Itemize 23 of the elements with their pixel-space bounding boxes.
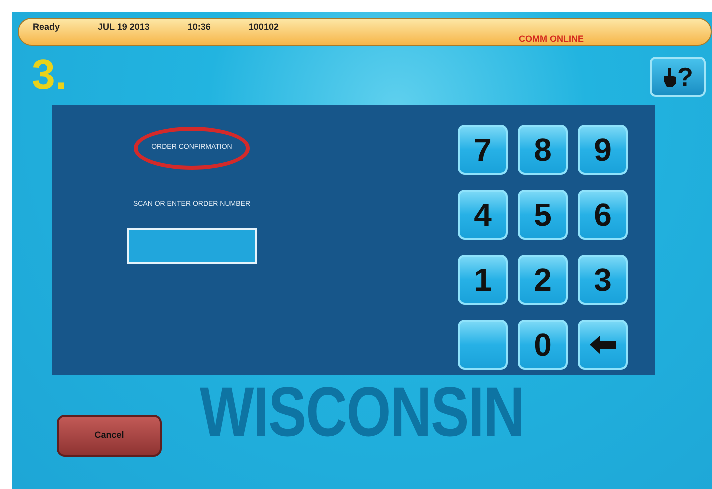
- digit-key[interactable]: 7: [458, 125, 508, 175]
- time-text: 10:36: [188, 22, 211, 32]
- connection-status: COMM ONLINE: [519, 33, 584, 46]
- digit-key[interactable]: 6: [578, 190, 628, 240]
- digit-key[interactable]: 4: [458, 190, 508, 240]
- order-number-field[interactable]: [127, 228, 257, 264]
- digit-key[interactable]: 5: [518, 190, 568, 240]
- left-arrow-icon: [590, 336, 616, 354]
- digit-key[interactable]: 3: [578, 255, 628, 305]
- backspace-key[interactable]: [578, 320, 628, 370]
- digit-key[interactable]: 1: [458, 255, 508, 305]
- digit-key[interactable]: 8: [518, 125, 568, 175]
- digit-key[interactable]: 2: [518, 255, 568, 305]
- digit-key[interactable]: 0: [518, 320, 568, 370]
- terminal-number: 100102: [248, 22, 279, 32]
- step-number: 3.: [32, 54, 68, 96]
- blank-key[interactable]: [458, 320, 508, 370]
- pointing-hand-icon: [662, 67, 677, 87]
- digit-key[interactable]: 9: [578, 125, 628, 175]
- status-text: Ready: [33, 22, 60, 32]
- background-logo-text: WISCONSIN: [200, 377, 524, 447]
- date-text: JUL 19 2013: [98, 22, 150, 32]
- help-button[interactable]: ?: [650, 57, 706, 97]
